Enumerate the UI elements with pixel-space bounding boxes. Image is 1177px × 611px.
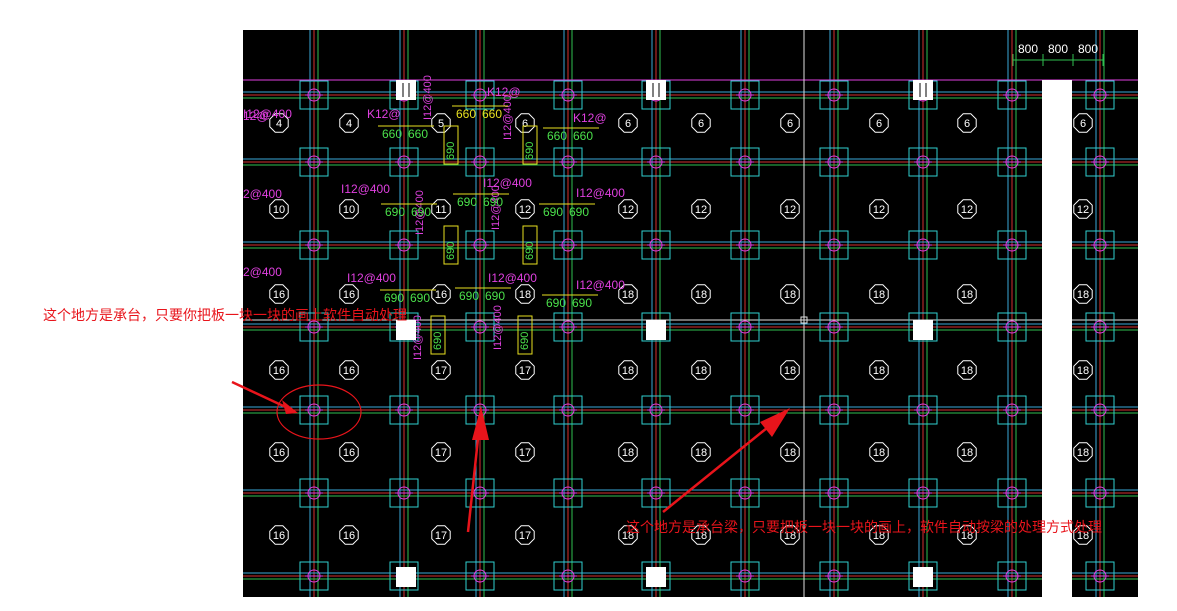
arrow-1 [231, 380, 298, 414]
arrow-2 [466, 406, 489, 533]
arrow-3 [662, 408, 790, 513]
annotation-note-cap-beam: 这个地方是承台梁，只要把板一块一块的画上，软件自动按梁的处理方式处理 [626, 520, 1102, 536]
annotation-note-pile-cap: 这个地方是承台，只要你把板一块一块的画上软件自动处理 [43, 308, 407, 324]
